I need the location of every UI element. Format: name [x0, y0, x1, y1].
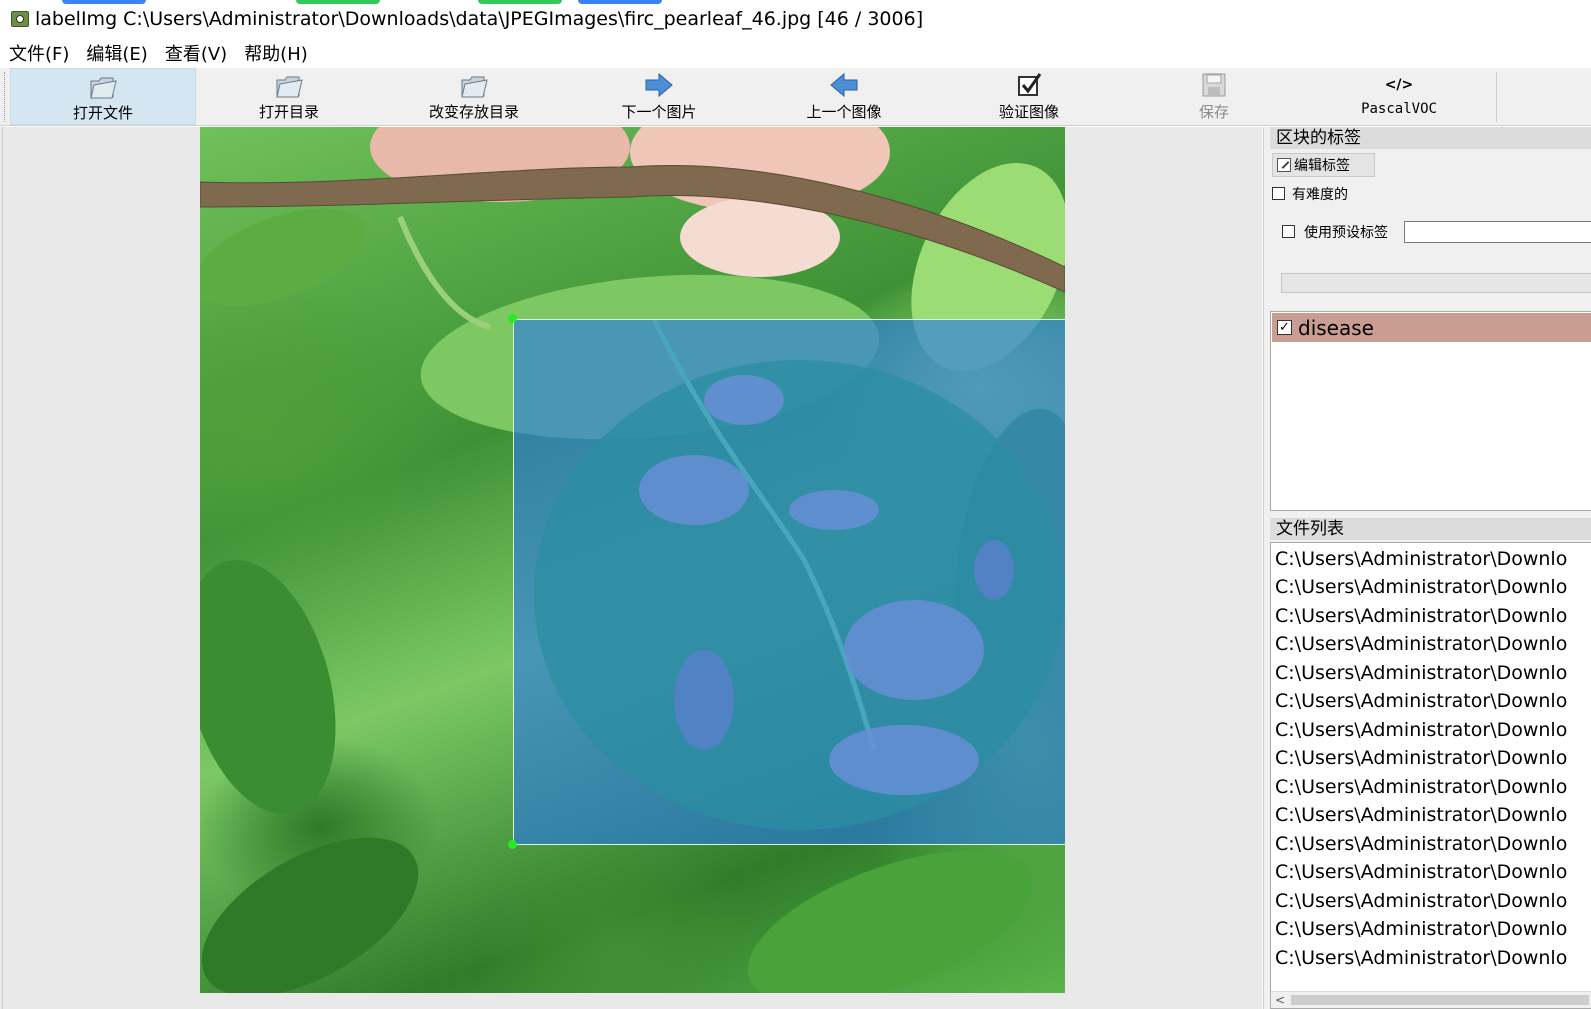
- right-dock: 区块的标签 编辑标签 有难度的 使用预设标签 ✓ disease 文件列表 C:…: [1263, 127, 1591, 1009]
- file-list-item[interactable]: C:\Users\Administrator\Downlo: [1275, 659, 1567, 687]
- toolbar-separator: [1496, 72, 1497, 122]
- file-list-item[interactable]: C:\Users\Administrator\Downlo: [1275, 858, 1567, 886]
- file-list-panel-title: 文件列表: [1270, 518, 1591, 540]
- prev-image-label: 上一个图像: [806, 103, 882, 121]
- canvas-border: [2, 127, 3, 1009]
- label-visible-checkbox[interactable]: ✓: [1277, 320, 1292, 335]
- annotation-box-disease[interactable]: [513, 319, 1065, 845]
- folder-open-icon: [274, 70, 304, 100]
- file-list-item[interactable]: C:\Users\Administrator\Downlo: [1275, 887, 1567, 915]
- edit-pencil-icon: [1277, 158, 1291, 172]
- floppy-disk-icon: [1199, 70, 1229, 100]
- window-title: labelImg C:\Users\Administrator\Download…: [35, 8, 924, 30]
- scroll-left-arrow-icon[interactable]: <: [1275, 993, 1285, 1007]
- use-default-label-checkbox[interactable]: [1282, 225, 1295, 238]
- edit-label-button[interactable]: 编辑标签: [1272, 153, 1375, 177]
- box-labels-panel-title: 区块的标签: [1270, 127, 1591, 149]
- next-image-button[interactable]: 下一个图片: [566, 68, 752, 125]
- save-label: 保存: [1198, 103, 1229, 121]
- file-list-item[interactable]: C:\Users\Administrator\Downlo: [1275, 830, 1567, 858]
- label-combobox[interactable]: [1281, 273, 1591, 293]
- open-dir-label: 打开目录: [258, 103, 319, 121]
- folder-open-icon: [88, 71, 118, 101]
- file-list-item[interactable]: C:\Users\Administrator\Downlo: [1275, 687, 1567, 715]
- file-list-horizontal-scrollbar[interactable]: <: [1271, 991, 1591, 1008]
- verify-image-label: 验证图像: [998, 103, 1059, 121]
- difficult-checkbox[interactable]: [1272, 187, 1285, 200]
- toolbar-grip[interactable]: [4, 72, 8, 122]
- app-icon: [11, 11, 29, 27]
- file-list-item[interactable]: C:\Users\Administrator\Downlo: [1275, 915, 1567, 943]
- label-list: ✓ disease: [1270, 311, 1591, 511]
- scrollbar-thumb[interactable]: [1291, 995, 1589, 1005]
- toolbar: 打开文件 打开目录 改变存放目录 下一个图片 上一个图像 验证图像 保存 </>…: [0, 68, 1591, 126]
- title-bar: labelImg C:\Users\Administrator\Download…: [0, 0, 1591, 38]
- open-dir-button[interactable]: 打开目录: [196, 68, 382, 125]
- file-list-item[interactable]: C:\Users\Administrator\Downlo: [1275, 944, 1567, 972]
- file-list-item[interactable]: C:\Users\Administrator\Downlo: [1275, 801, 1567, 829]
- menu-file[interactable]: 文件(F): [0, 40, 77, 66]
- verify-image-button[interactable]: 验证图像: [936, 68, 1122, 125]
- change-save-dir-label: 改变存放目录: [428, 103, 519, 121]
- default-label-input[interactable]: [1404, 221, 1591, 243]
- arrow-left-icon: [829, 70, 859, 100]
- open-file-button[interactable]: 打开文件: [10, 68, 196, 125]
- format-toggle-button[interactable]: </> PascalVOC: [1306, 68, 1492, 125]
- menu-edit[interactable]: 编辑(E): [77, 40, 155, 66]
- box-corner-handle[interactable]: [508, 840, 517, 849]
- taskbar-tab-strip: [0, 0, 700, 4]
- file-list-item[interactable]: C:\Users\Administrator\Downlo: [1275, 744, 1567, 772]
- label-item-text: disease: [1298, 315, 1374, 340]
- file-list-item[interactable]: C:\Users\Administrator\Downlo: [1275, 716, 1567, 744]
- file-list-item[interactable]: C:\Users\Administrator\Downlo: [1275, 773, 1567, 801]
- folder-open-icon: [459, 70, 489, 100]
- next-image-label: 下一个图片: [621, 103, 697, 121]
- menu-help[interactable]: 帮助(H): [235, 40, 316, 66]
- use-default-label-checkbox-label: 使用预设标签: [1304, 225, 1388, 241]
- file-list: C:\Users\Administrator\Downlo C:\Users\A…: [1270, 542, 1591, 1009]
- image-photo: [200, 127, 1065, 993]
- format-label: PascalVOC: [1361, 101, 1437, 117]
- file-list-item[interactable]: C:\Users\Administrator\Downlo: [1275, 545, 1567, 573]
- image-canvas[interactable]: [0, 127, 1262, 1009]
- change-save-dir-button[interactable]: 改变存放目录: [381, 68, 567, 125]
- difficult-checkbox-label: 有难度的: [1292, 187, 1348, 203]
- menu-bar: 文件(F) 编辑(E) 查看(V) 帮助(H): [0, 38, 1591, 68]
- open-file-label: 打开文件: [72, 104, 133, 122]
- save-button[interactable]: 保存: [1121, 68, 1307, 125]
- menu-view[interactable]: 查看(V): [156, 40, 235, 66]
- file-list-item[interactable]: C:\Users\Administrator\Downlo: [1275, 602, 1567, 630]
- file-list-item[interactable]: C:\Users\Administrator\Downlo: [1275, 573, 1567, 601]
- label-list-item[interactable]: ✓ disease: [1272, 313, 1591, 342]
- code-icon: </>: [1384, 77, 1414, 93]
- file-list-item[interactable]: C:\Users\Administrator\Downlo: [1275, 630, 1567, 658]
- checkbox-check-icon: [1014, 70, 1044, 100]
- prev-image-button[interactable]: 上一个图像: [751, 68, 937, 125]
- arrow-right-icon: [644, 70, 674, 100]
- edit-label-button-text: 编辑标签: [1294, 158, 1350, 174]
- leaf-shape: [534, 320, 1064, 830]
- box-corner-handle[interactable]: [508, 314, 517, 323]
